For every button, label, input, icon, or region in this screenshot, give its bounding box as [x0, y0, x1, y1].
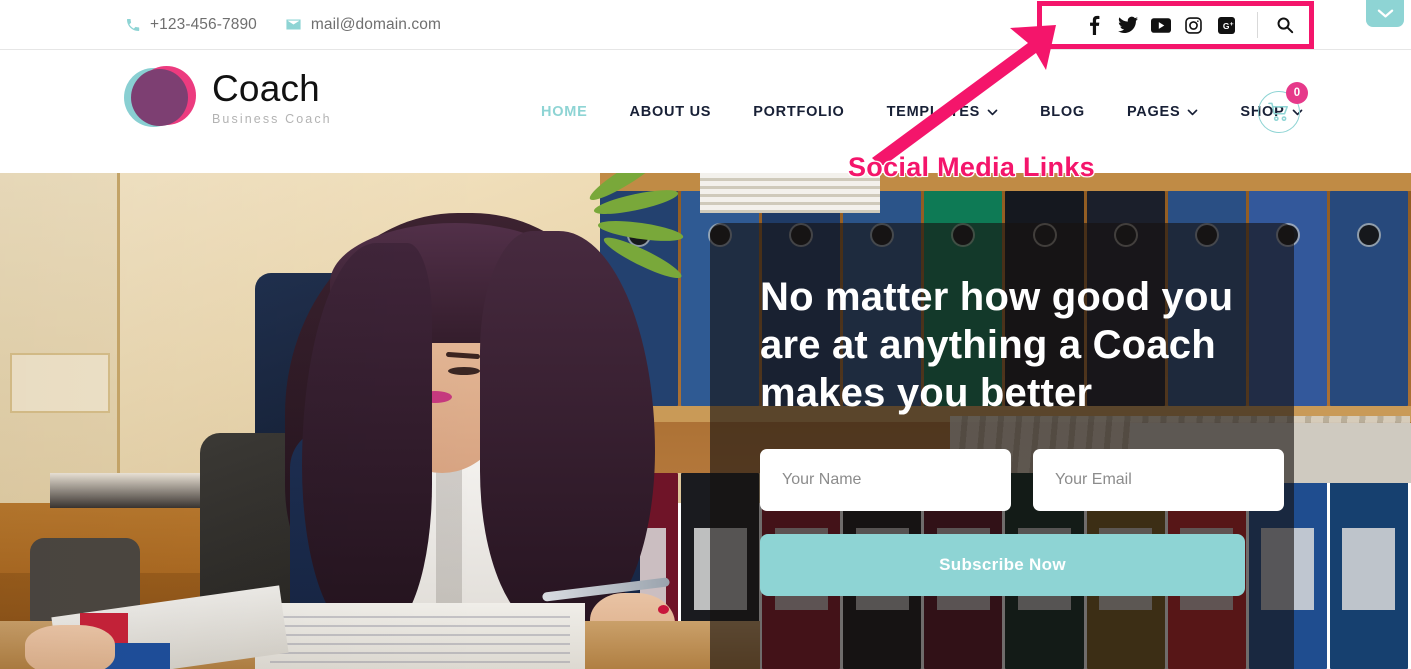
- nav-label: BLOG: [1040, 104, 1085, 120]
- cart-button[interactable]: 0: [1258, 82, 1308, 133]
- nav-item-home[interactable]: HOME: [520, 104, 609, 120]
- brand-name: Coach: [212, 68, 320, 110]
- nav-item-pages[interactable]: PAGES: [1106, 104, 1219, 120]
- chevron-down-icon: [1187, 108, 1198, 119]
- top-bar-contacts: +123-456-7890 mail@domain.com: [124, 0, 441, 49]
- divider: [1257, 12, 1258, 38]
- youtube-icon[interactable]: [1144, 12, 1177, 38]
- brand-tagline: Business Coach: [212, 111, 332, 126]
- nav-item-blog[interactable]: BLOG: [1019, 104, 1106, 120]
- twitter-icon[interactable]: [1111, 12, 1144, 38]
- nav-item-portfolio[interactable]: PORTFOLIO: [732, 104, 865, 120]
- subscribe-form-fields: [760, 449, 1284, 511]
- nav-label: PAGES: [1126, 104, 1181, 120]
- nav-item-templates[interactable]: TEMPLATES: [866, 104, 1019, 120]
- nav-label: HOME: [541, 104, 588, 120]
- email-address: mail@domain.com: [310, 15, 441, 33]
- search-icon[interactable]: [1270, 12, 1300, 38]
- social-links-list: G +: [1042, 12, 1300, 38]
- brand-text: Coach Business Coach: [212, 68, 332, 126]
- brand-logo-link[interactable]: Coach Business Coach: [124, 64, 332, 132]
- chevron-down-icon: [987, 108, 998, 119]
- hero-heading: No matter how good you are at anything a…: [760, 275, 1234, 415]
- annotation-label: Social Media Links: [847, 151, 1095, 182]
- chevron-down-icon: [1377, 8, 1394, 19]
- nav-label: TEMPLATES: [886, 104, 981, 120]
- name-input[interactable]: [760, 449, 1011, 511]
- phone-number: +123-456-7890: [150, 15, 257, 33]
- phone-icon: [124, 16, 141, 33]
- top-bar: +123-456-7890 mail@domain.com G +: [0, 0, 1411, 50]
- subscribe-now-button[interactable]: Subscribe Now: [760, 534, 1245, 596]
- nav-item-about-us[interactable]: ABOUT US: [609, 104, 733, 120]
- envelope-icon: [285, 16, 302, 33]
- social-media-links-box: G +: [1037, 1, 1314, 49]
- cart-count-badge: 0: [1286, 82, 1308, 104]
- site-header: Coach Business Coach HOME ABOUT US PORTF…: [0, 51, 1411, 173]
- instagram-icon[interactable]: [1177, 12, 1210, 38]
- phone-contact[interactable]: +123-456-7890: [124, 16, 257, 34]
- google-plus-icon[interactable]: G +: [1210, 12, 1243, 38]
- facebook-icon[interactable]: [1078, 12, 1111, 38]
- email-input[interactable]: [1033, 449, 1284, 511]
- nav-label: PORTFOLIO: [753, 104, 845, 120]
- svg-text:+: +: [1230, 20, 1234, 27]
- coach-circles-logo-icon: [124, 64, 196, 132]
- nav-label: ABOUT US: [629, 104, 712, 120]
- email-contact[interactable]: mail@domain.com: [285, 16, 441, 34]
- scroll-down-button[interactable]: [1366, 0, 1404, 27]
- page-root: +123-456-7890 mail@domain.com G + Coach …: [0, 0, 1411, 669]
- hero-section: No matter how good you are at anything a…: [0, 173, 1411, 669]
